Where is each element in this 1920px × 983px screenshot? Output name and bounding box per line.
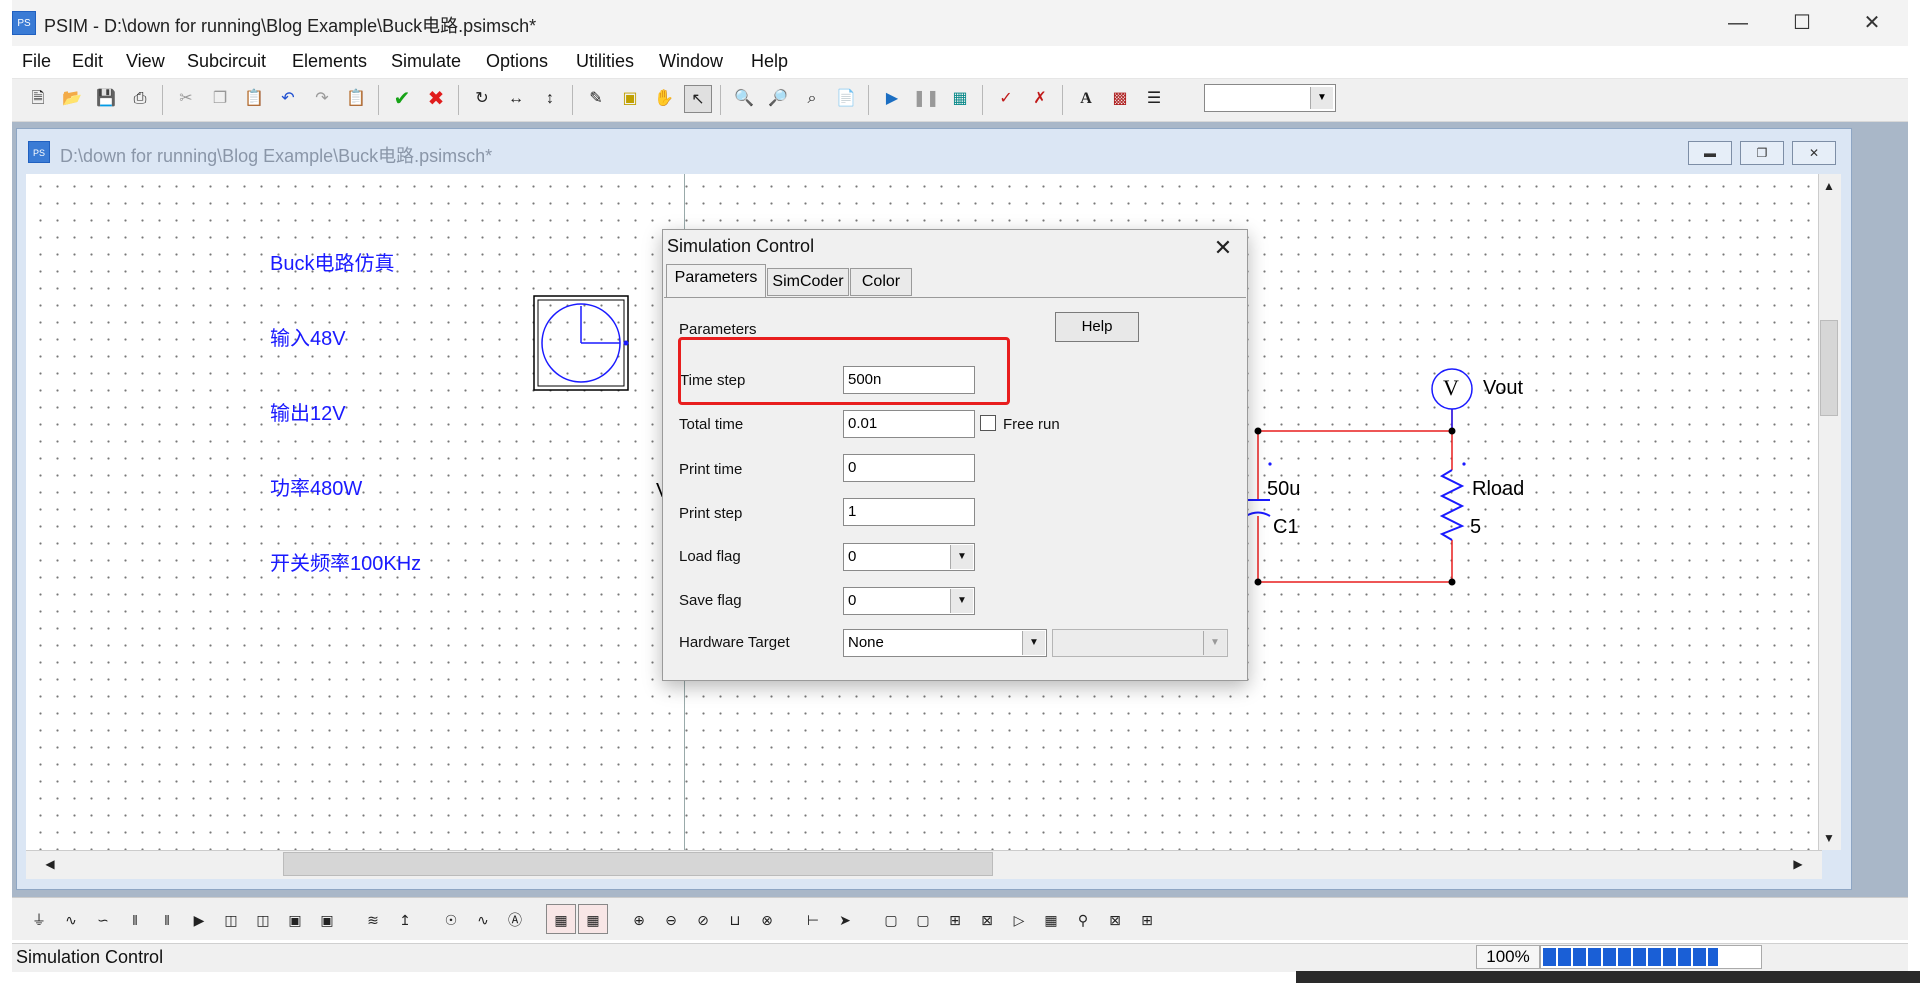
switch-module-icon[interactable]: ▣ xyxy=(280,904,310,934)
load-flag-label: Load flag xyxy=(679,548,741,565)
label-element-icon[interactable]: ⊞ xyxy=(1132,904,1162,934)
tab-divider xyxy=(664,297,1246,298)
multiplier-icon[interactable]: ⊠ xyxy=(972,904,1002,934)
simulation-progress-bar xyxy=(1540,945,1762,969)
voltage-sensor-icon[interactable]: ⚲ xyxy=(1068,904,1098,934)
total-time-input[interactable]: 0.01 xyxy=(843,410,975,438)
igbt-icon[interactable]: ◫ xyxy=(248,904,278,934)
print-step-label: Print step xyxy=(679,505,743,522)
hardware-target-select[interactable]: None ▼ xyxy=(843,629,1047,657)
summer-icon[interactable]: ⊞ xyxy=(940,904,970,934)
parameters-section-label: Parameters xyxy=(679,321,757,338)
resistor-icon xyxy=(1439,469,1465,541)
element-toolbar: ⏚ ∿ ∽ ‖ ‖ ▶ ◫ ◫ ▣ ▣ ≋ ↥ ☉ ∿ Ⓐ ▦ ▦ ⊕ ⊖ ⊘ … xyxy=(12,897,1908,940)
node-dot xyxy=(1448,427,1456,435)
pi-controller-icon[interactable]: ▢ xyxy=(908,904,938,934)
tab-simcoder[interactable]: SimCoder xyxy=(767,268,849,296)
resistor-polarity-dot xyxy=(1462,462,1466,466)
node-dot xyxy=(1254,578,1262,586)
voltmeter-label: Vout xyxy=(1483,377,1524,399)
gating-block-icon[interactable]: ➤ xyxy=(830,904,860,934)
dc-source-icon[interactable]: ⊕ xyxy=(624,904,654,934)
transfer-function-icon[interactable]: ▢ xyxy=(876,904,906,934)
annotation-line: Buck电路仿真 xyxy=(270,253,395,275)
scroll-right-icon[interactable]: ▶ xyxy=(1788,854,1808,874)
chevron-down-icon[interactable]: ▼ xyxy=(950,589,973,613)
annotation-line: 功率480W xyxy=(270,478,363,500)
limiter-icon[interactable]: ▦ xyxy=(1036,904,1066,934)
print-time-input[interactable]: 0 xyxy=(843,454,975,482)
free-run-checkbox[interactable] xyxy=(980,415,996,431)
scope-two-icon[interactable]: ▦ xyxy=(578,904,608,934)
bridge-module-icon[interactable]: ▣ xyxy=(312,904,342,934)
node-dot xyxy=(1448,578,1456,586)
resistor-value: 5 xyxy=(1470,516,1482,538)
resistor-icon[interactable]: ∿ xyxy=(56,904,86,934)
clock-terminal xyxy=(623,340,629,346)
print-step-input[interactable]: 1 xyxy=(843,498,975,526)
status-text: Simulation Control xyxy=(16,947,164,967)
resistor-name: Rload xyxy=(1472,478,1525,500)
print-time-label: Print time xyxy=(679,461,743,478)
capacitor-polarity-dot xyxy=(1268,462,1272,466)
vertical-scrollbar[interactable] xyxy=(1818,174,1841,850)
capacitor-icon[interactable]: ‖ xyxy=(120,904,150,934)
save-flag-label: Save flag xyxy=(679,592,742,609)
help-button[interactable]: Help xyxy=(1055,312,1139,342)
annotation-text[interactable]: Buck电路仿真 输入48V 输出12V 功率480W 开关频率100KHz xyxy=(270,202,421,602)
chevron-down-icon[interactable]: ▼ xyxy=(950,545,973,569)
sine-source-icon[interactable]: ∿ xyxy=(468,904,498,934)
tab-parameters[interactable]: Parameters xyxy=(666,264,766,298)
tab-color[interactable]: Color xyxy=(850,268,912,296)
scroll-down-icon[interactable]: ▼ xyxy=(1819,828,1839,848)
inductor-icon[interactable]: ∽ xyxy=(88,904,118,934)
annotation-line: 输入48V xyxy=(270,328,346,350)
horizontal-scroll-thumb[interactable] xyxy=(283,852,993,876)
current-source-icon[interactable]: ⊘ xyxy=(688,904,718,934)
zoom-level: 100% xyxy=(1476,945,1540,969)
square-source-icon[interactable]: ⊔ xyxy=(720,904,750,934)
electrolytic-capacitor-icon[interactable]: ‖ xyxy=(152,904,182,934)
save-flag-select[interactable]: 0 ▼ xyxy=(843,587,975,615)
chevron-down-icon[interactable]: ▼ xyxy=(1203,631,1226,655)
hardware-target-label: Hardware Target xyxy=(679,634,790,651)
comparator-icon[interactable]: ▷ xyxy=(1004,904,1034,934)
transformer-icon[interactable]: ≋ xyxy=(358,904,388,934)
scroll-left-icon[interactable]: ◀ xyxy=(40,854,60,874)
ground-icon[interactable]: ⏚ xyxy=(24,904,54,934)
annotation-line: 输出12V xyxy=(270,403,346,425)
load-flag-select[interactable]: 0 ▼ xyxy=(843,543,975,571)
capacitor-value: 50u xyxy=(1267,478,1301,500)
ammeter-icon[interactable]: Ⓐ xyxy=(500,904,530,934)
annotation-line: 开关频率100KHz xyxy=(270,553,422,575)
hardware-target-value: None xyxy=(848,634,884,651)
total-time-label: Total time xyxy=(679,416,744,433)
dialog-title: Simulation Control xyxy=(667,236,815,256)
probe-arrow-icon[interactable]: ↥ xyxy=(390,904,420,934)
diode-icon[interactable]: ▶ xyxy=(184,904,214,934)
save-flag-value: 0 xyxy=(848,592,857,609)
switch-control-icon[interactable]: ⊢ xyxy=(798,904,828,934)
capacitor-plate-bottom xyxy=(1245,511,1271,517)
mosfet-icon[interactable]: ◫ xyxy=(216,904,246,934)
load-flag-value: 0 xyxy=(848,548,857,565)
dialog-close-icon[interactable]: ✕ xyxy=(1206,233,1240,263)
scope-icon[interactable]: ▦ xyxy=(546,904,576,934)
ac-source-icon[interactable]: ⊖ xyxy=(656,904,686,934)
free-run-label: Free run xyxy=(1003,416,1060,433)
scroll-up-icon[interactable]: ▲ xyxy=(1819,176,1839,196)
triangle-source-icon[interactable]: ⊗ xyxy=(752,904,782,934)
chevron-down-icon[interactable]: ▼ xyxy=(1022,631,1045,655)
vertical-scroll-thumb[interactable] xyxy=(1820,320,1838,416)
voltmeter-symbol: V xyxy=(1443,375,1459,400)
node-dot xyxy=(1254,427,1262,435)
progress-fill xyxy=(1543,948,1718,966)
current-sensor-icon[interactable]: ⊠ xyxy=(1100,904,1130,934)
highlight-box xyxy=(678,337,1010,405)
capacitor-name: C1 xyxy=(1273,516,1299,538)
voltage-source-icon[interactable]: ☉ xyxy=(436,904,466,934)
background-window-strip xyxy=(1296,971,1920,983)
hardware-sub-select[interactable]: ▼ xyxy=(1052,629,1228,657)
